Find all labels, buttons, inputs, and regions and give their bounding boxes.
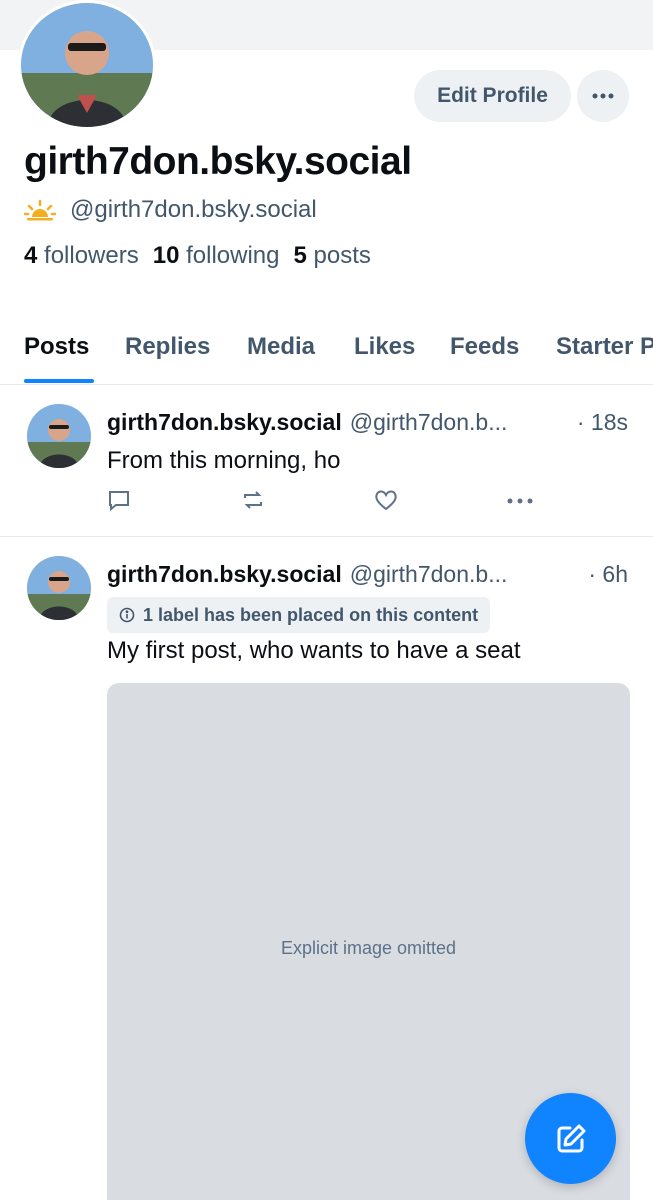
- repost-icon[interactable]: [240, 488, 266, 512]
- compose-post-button[interactable]: [525, 1093, 616, 1184]
- followers-stat[interactable]: 4 followers: [24, 242, 139, 270]
- tab-media[interactable]: Media: [247, 333, 315, 361]
- post-text: My first post, who wants to have a seat: [107, 637, 521, 664]
- like-icon[interactable]: [373, 488, 399, 512]
- tab-posts[interactable]: Posts: [24, 333, 89, 361]
- post-avatar[interactable]: [27, 404, 91, 468]
- edit-profile-button[interactable]: Edit Profile: [414, 70, 571, 122]
- more-horizontal-icon: [592, 93, 614, 99]
- post-actions: [107, 488, 537, 518]
- following-stat[interactable]: 10 following: [153, 242, 280, 270]
- profile-stats: 4 followers 10 following 5 posts: [24, 242, 371, 270]
- post-more-icon[interactable]: [507, 498, 533, 504]
- post-avatar[interactable]: [27, 556, 91, 620]
- post-handle[interactable]: @girth7don.b...: [350, 409, 508, 436]
- active-tab-indicator: [24, 379, 94, 383]
- post-handle[interactable]: @girth7don.b...: [350, 561, 508, 588]
- profile-display-name: girth7don.bsky.social: [24, 140, 412, 183]
- post-author[interactable]: girth7don.bsky.social: [107, 561, 342, 588]
- post-item[interactable]: girth7don.bsky.social @girth7don.b... · …: [0, 385, 653, 537]
- post-header: girth7don.bsky.social @girth7don.b...: [107, 561, 507, 588]
- post-header: girth7don.bsky.social @girth7don.b...: [107, 409, 507, 436]
- tab-feeds[interactable]: Feeds: [450, 333, 519, 361]
- content-label-chip[interactable]: 1 label has been placed on this content: [107, 597, 491, 633]
- media-notice: Explicit image omitted: [280, 937, 457, 958]
- content-label-text: 1 label has been placed on this content: [143, 604, 479, 625]
- post-author[interactable]: girth7don.bsky.social: [107, 409, 342, 436]
- posts-stat: 5 posts: [293, 242, 371, 269]
- tab-likes[interactable]: Likes: [354, 333, 415, 361]
- compose-icon: [557, 1124, 585, 1152]
- post-timestamp[interactable]: · 6h: [588, 561, 628, 588]
- info-icon: [119, 607, 135, 623]
- profile-handle-row: @girth7don.bsky.social: [24, 196, 317, 224]
- post-timestamp[interactable]: · 18s: [577, 409, 628, 436]
- profile-handle[interactable]: @girth7don.bsky.social: [70, 196, 317, 224]
- tab-replies[interactable]: Replies: [125, 333, 210, 361]
- post-text: From this morning, ho: [107, 447, 341, 474]
- reply-icon[interactable]: [107, 488, 131, 512]
- profile-tabs: Posts Replies Media Likes Feeds Starter …: [0, 318, 653, 385]
- sun-icon: [24, 199, 56, 221]
- profile-more-button[interactable]: [577, 70, 629, 122]
- profile-avatar[interactable]: [18, 0, 156, 130]
- tab-starter-packs[interactable]: Starter Packs: [556, 333, 653, 361]
